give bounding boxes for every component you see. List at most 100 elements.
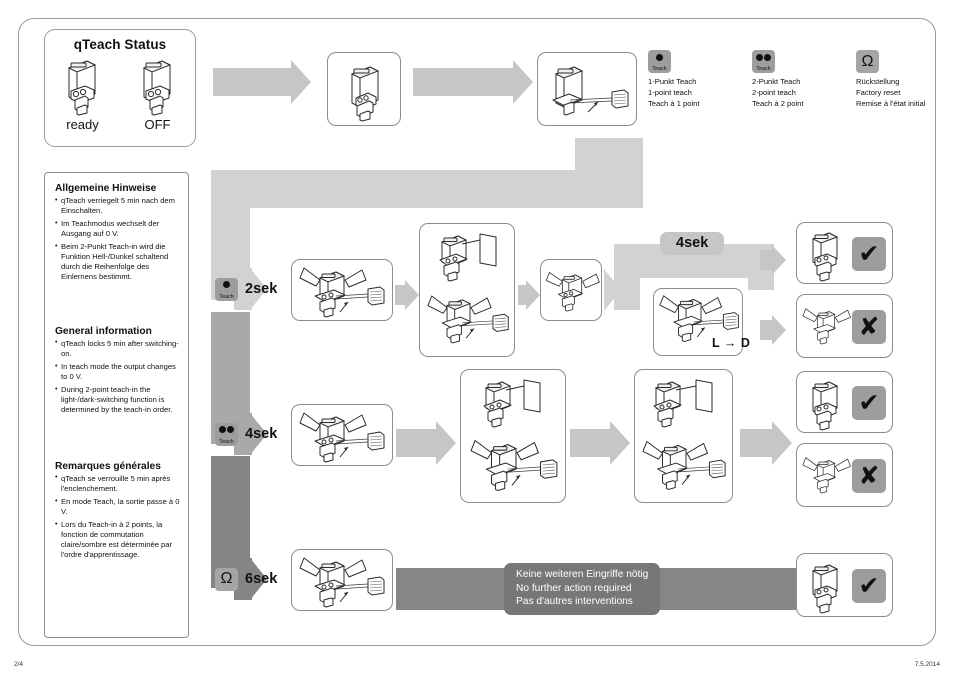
info-heading: Allgemeine Hinweise [55,183,157,194]
legend-item-1point: Teach 1-Punkt Teach 1-point teach Teach … [648,50,726,109]
chip-label: Teach [756,66,771,72]
status-label-ready: ready [66,117,99,132]
info-item: qTeach verriegelt 5 min nach dem Einscha… [55,196,180,216]
chip-label: Teach [219,438,234,445]
cross-mark: ✘ [852,459,886,493]
legend-line-de: Rückstellung [856,77,900,86]
cross-mark-glyph: ✘ [858,312,880,341]
row1-step-2-panel [419,223,515,357]
footer-page-number: 2/4 [14,661,24,668]
row2-flow-2 [570,421,630,465]
check-mark: ✔ [852,569,886,603]
row2-flow-1 [396,421,456,465]
sensor-wings-beam-illustration [469,436,563,494]
check-mark-glyph: ✔ [858,571,880,600]
factory-reset-icon: Ω [856,50,879,73]
legend-line-en: Factory reset [856,87,901,97]
legend-item-reset: Ω Rückstellung Factory reset Remise à l'… [856,50,934,109]
sensor-target-plate-illustration [436,230,506,288]
check-mark-glyph: ✔ [858,388,880,417]
banner-line-de: Keine weiteren Eingriffe nötig [516,569,649,581]
row-badge-6sek: Ω 6sek [209,558,277,600]
row-time-label: 6sek [245,571,278,587]
legend-line-en: 2-point teach [752,87,796,97]
info-item: En mode Teach, la sortie passe à 0 V. [55,497,180,517]
status-label-off: OFF [144,117,171,132]
sensor-target-plate-illustration [477,376,553,434]
info-item: During 2-point teach-in the light-/dark-… [55,385,180,415]
row-badge-2sek: Teach 2sek [209,268,277,310]
row1-flow-1 [395,280,419,310]
sensor-wings-beam-illustration [298,264,390,320]
page-root: Teach 1-Punkt Teach 1-point teach Teach … [0,0,954,675]
row1-result-fail-panel: ✘ [796,294,893,358]
row1-hold-arrowhead-in [604,269,621,311]
legend-line-fr: Teach à 2 point [752,98,804,108]
row1-result-ok-panel: ✔ [796,222,893,284]
info-block-fr: Remarques générales qTeach se verrouille… [55,461,180,560]
info-item: Lors du Teach-in à 2 points, la fonction… [55,520,180,559]
cross-mark: ✘ [852,310,886,344]
teach-1-point-icon: Teach [215,277,238,301]
light-dark-caption: L → D [712,336,751,350]
row2-result-ok-panel: ✔ [796,371,893,433]
row-time-label: 2sek [245,281,278,297]
sensor-wings-beam-illustration [298,554,390,610]
sensor-wings-illustration [800,447,852,503]
info-block-de: Allgemeine Hinweise qTeach verriegelt 5 … [55,183,180,282]
flow-arrow-top-1 [213,60,311,104]
step-panel-top-2 [537,52,637,126]
info-item: Beim 2-Punkt Teach-in wird die Funktion … [55,242,180,281]
banner-line-fr: Pas d'autres interventions [516,596,633,608]
hold-time-label-4sek: 4sek [660,232,725,255]
sensor-wings-beam-illustration [298,409,390,465]
sensor-illustration [805,376,845,431]
status-card-title: qTeach Status [73,37,167,52]
banner-line-en: No further action required [516,582,632,594]
teach-1-point-icon: Teach [648,50,671,73]
sensor-target-plate-illustration [649,376,721,434]
legend-item-2point: Teach 2-Punkt Teach 2-point teach Teach … [752,50,830,109]
check-mark-glyph: ✔ [858,239,880,268]
banner-text-card: Keine weiteren Eingriffe nötig No furthe… [504,563,661,615]
row2-flow-3 [740,421,792,465]
row1-step-1-panel [291,259,393,321]
sensor-wings-illustration [800,298,852,354]
info-item: qTeach locks 5 min after switching-on. [55,338,180,359]
info-heading: General information [55,325,152,337]
row2-step-3-panel [634,369,733,503]
check-mark: ✔ [852,237,886,271]
row-badge-4sek: Teach 4sek [209,413,277,455]
row2-step-1-panel [291,404,393,466]
row3-result-ok-panel: ✔ [796,553,893,617]
legend-line-fr: Remise à l'état initial [856,98,926,108]
legend-line-fr: Teach à 1 point [648,98,700,108]
factory-reset-icon: Ω [215,567,238,591]
cross-mark-glyph: ✘ [858,461,880,490]
legend-line-en: 1-point teach [648,87,692,97]
check-mark: ✔ [852,386,886,420]
row2-step-2-panel [460,369,566,503]
row1-step-3-panel [540,259,602,321]
info-item: qTeach se verrouille 5 min après l'encle… [55,473,180,494]
connector-down-stub [575,138,643,172]
sensor-illustration [344,60,388,122]
no-action-banner: Keine weiteren Eingriffe nötig No furthe… [396,563,838,615]
status-cell-off: OFF [125,54,191,132]
row1-flow-out-top [760,245,786,275]
row-time-label: 4sek [245,426,278,442]
footer-date: 7.5.2014 [914,661,940,668]
info-block-en: General information qTeach locks 5 min a… [55,326,180,415]
row1-flow-out-bottom [760,315,786,345]
status-cell-ready: ready [50,54,116,132]
information-panel: Allgemeine Hinweise qTeach verriegelt 5 … [44,172,189,638]
row3-step-1-panel [291,549,393,611]
sensor-illustration [805,227,845,282]
chip-label: Teach [652,66,667,72]
legend-line-de: 1-Punkt Teach [648,77,697,86]
row1-flow-2 [518,280,540,310]
info-item: In teach mode the output changes to 0 V. [55,362,180,382]
info-item: Im Teachmodus wechselt der Ausgang auf 0… [55,219,180,239]
sensor-wings-illustration [543,265,601,317]
step-panel-top-1 [327,52,401,126]
